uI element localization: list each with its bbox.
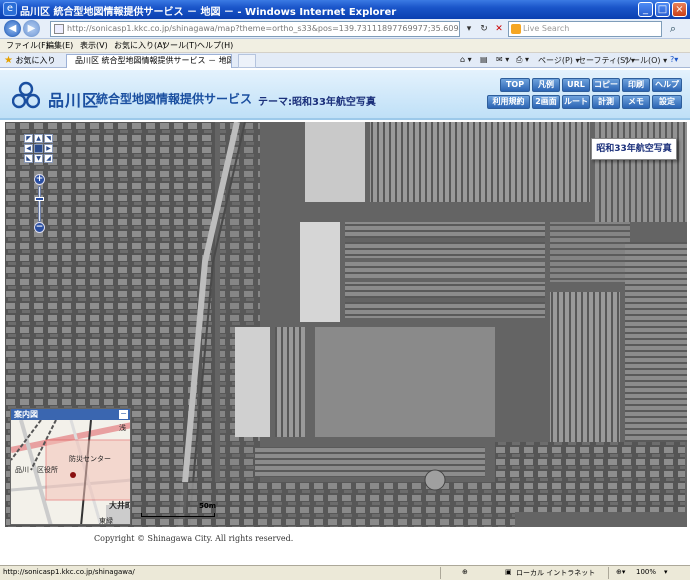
overview-label-ward-office: 区役所 bbox=[37, 466, 58, 474]
overview-label-higashi-oi: 東緑 bbox=[99, 517, 113, 525]
stop-icon[interactable]: ✕ bbox=[492, 21, 506, 37]
pan-east-icon[interactable]: ▶ bbox=[44, 144, 53, 153]
feeds-icon[interactable]: ▤ bbox=[480, 55, 488, 64]
overview-header: 案内図 bbox=[11, 409, 130, 420]
maximize-button[interactable]: □ bbox=[655, 2, 670, 17]
close-button[interactable]: × bbox=[672, 2, 687, 17]
search-icon[interactable]: ⌕ bbox=[664, 21, 682, 37]
theme-label: テーマ:昭和33年航空写真 bbox=[258, 97, 376, 108]
overview-label-disaster-center: 防災センター bbox=[69, 455, 111, 463]
mail-icon[interactable]: ✉ ▾ bbox=[496, 55, 509, 64]
new-tab-button[interactable] bbox=[238, 54, 256, 68]
page-icon bbox=[54, 24, 64, 34]
overview-label-shinagawa: 品川 bbox=[15, 466, 29, 474]
minimize-button[interactable]: _ bbox=[638, 2, 653, 17]
menu-bar: ファイル(F) 編集(E) 表示(V) お気に入り(A) ツール(T) ヘルプ(… bbox=[0, 39, 690, 53]
top-button[interactable]: TOP bbox=[500, 78, 530, 92]
search-input[interactable]: Live Search bbox=[508, 21, 662, 37]
address-toolbar: ◀ ▶ http://sonicasp1.kkc.co.jp/shinagawa… bbox=[0, 19, 690, 39]
overview-body[interactable]: 防災センター 品川 区役所 大井町 東緑 浅 bbox=[11, 419, 131, 525]
dual-screen-button[interactable]: 2画面 bbox=[532, 95, 560, 109]
scale-bar-line bbox=[141, 513, 215, 517]
window-title: 品川区 統合型地図情報提供サービス － 地図 － - Windows Inter… bbox=[20, 7, 397, 18]
menu-view[interactable]: 表示(V) bbox=[80, 40, 108, 51]
shinagawa-logo-icon bbox=[12, 81, 40, 109]
print-button[interactable]: 印刷 bbox=[622, 78, 650, 92]
menu-favorites[interactable]: お気に入り(A) bbox=[114, 40, 166, 51]
menu-help[interactable]: ヘルプ(H) bbox=[197, 40, 233, 51]
address-input[interactable]: http://sonicasp1.kkc.co.jp/shinagawa/map… bbox=[50, 21, 460, 37]
site-subtitle: 統合型地図情報提供サービス bbox=[96, 92, 253, 106]
tab-bar: ★ お気に入り 品川区 統合型地図情報提供サービス － 地図 － ⌂ ▾ ▤ ✉… bbox=[0, 53, 690, 68]
security-zone: ローカル イントラネット bbox=[516, 569, 596, 577]
pan-northeast-icon[interactable]: ◥ bbox=[44, 134, 53, 143]
overview-title: 案内図 bbox=[14, 410, 38, 419]
pan-west-icon[interactable]: ◀ bbox=[24, 144, 33, 153]
tools-menu[interactable]: ツール(O) ▾ bbox=[624, 55, 667, 66]
window-title-bar[interactable]: e 品川区 統合型地図情報提供サービス － 地図 － - Windows Int… bbox=[0, 0, 690, 19]
zoom-icon[interactable]: ⊕▾ bbox=[616, 568, 625, 576]
address-dropdown-icon[interactable]: ▾ bbox=[462, 21, 476, 37]
page-menu[interactable]: ページ(P) ▾ bbox=[538, 55, 579, 66]
address-text: http://sonicasp1.kkc.co.jp/shinagawa/map… bbox=[67, 24, 459, 33]
help-button[interactable]: ヘルプ bbox=[652, 78, 682, 92]
overview-map[interactable]: 案内図 − 防災センター 品川 区役所 大井町 東緑 浅 bbox=[10, 408, 131, 525]
status-bar: http://sonicasp1.kkc.co.jp/shinagawa/ ⊕ … bbox=[0, 565, 690, 580]
scale-label: 50m bbox=[199, 502, 217, 510]
tab-map[interactable]: 品川区 統合型地図情報提供サービス － 地図 － bbox=[66, 54, 232, 68]
search-placeholder: Live Search bbox=[523, 24, 570, 33]
url-button[interactable]: URL bbox=[562, 78, 590, 92]
pan-north-icon[interactable]: ▲ bbox=[34, 134, 43, 143]
overview-label-oimachi: 大井町 bbox=[109, 501, 131, 510]
protected-mode-icon: ⊕ bbox=[462, 568, 468, 576]
star-icon: ★ bbox=[4, 55, 13, 66]
menu-file[interactable]: ファイル(F) bbox=[6, 40, 49, 51]
route-button[interactable]: ルート bbox=[562, 95, 590, 109]
menu-edit[interactable]: 編集(E) bbox=[46, 40, 73, 51]
zoom-slider-thumb[interactable] bbox=[35, 197, 44, 201]
site-header: 品川区 統合型地図情報提供サービス テーマ:昭和33年航空写真 TOP 凡例 U… bbox=[0, 70, 690, 120]
memo-button[interactable]: メモ bbox=[622, 95, 650, 109]
copy-button[interactable]: コピー bbox=[592, 78, 620, 92]
zoom-level[interactable]: 100% bbox=[636, 568, 656, 576]
layer-label: 昭和33年航空写真 bbox=[591, 138, 677, 160]
pan-south-icon[interactable]: ▼ bbox=[34, 154, 43, 163]
scale-bar: 50m bbox=[141, 502, 217, 517]
terms-button[interactable]: 利用規約 bbox=[487, 95, 530, 109]
zoom-out-button[interactable]: − bbox=[34, 222, 45, 233]
favorites-button[interactable]: ★ お気に入り bbox=[4, 55, 56, 66]
zoom-dropdown-icon[interactable]: ▾ bbox=[664, 568, 668, 576]
zoom-slider-track[interactable] bbox=[38, 186, 41, 222]
status-url: http://sonicasp1.kkc.co.jp/shinagawa/ bbox=[3, 568, 135, 576]
copyright-text: Copyright © Shinagawa City. All rights r… bbox=[94, 534, 294, 543]
overview-minimize-button[interactable]: − bbox=[119, 410, 128, 419]
overview-label-asa: 浅 bbox=[119, 424, 126, 432]
menu-tools[interactable]: ツール(T) bbox=[162, 40, 197, 51]
print-icon[interactable]: ⎙ ▾ bbox=[516, 55, 529, 65]
intranet-zone-icon: ▣ bbox=[505, 568, 512, 576]
refresh-icon[interactable]: ↻ bbox=[477, 21, 491, 37]
pan-home-icon[interactable] bbox=[34, 144, 43, 153]
favorites-label: お気に入り bbox=[15, 56, 56, 65]
zoom-in-button[interactable]: + bbox=[34, 174, 45, 185]
live-search-icon bbox=[511, 24, 521, 34]
status-separator bbox=[608, 567, 609, 579]
pan-southwest-icon[interactable]: ◣ bbox=[24, 154, 33, 163]
settings-button[interactable]: 設定 bbox=[652, 95, 682, 109]
forward-button[interactable]: ▶ bbox=[23, 20, 40, 37]
legend-button[interactable]: 凡例 bbox=[532, 78, 560, 92]
pan-southeast-icon[interactable]: ◢ bbox=[44, 154, 53, 163]
site-name: 品川区 bbox=[48, 91, 100, 110]
measure-button[interactable]: 計測 bbox=[592, 95, 620, 109]
status-separator bbox=[440, 567, 441, 579]
ie-icon: e bbox=[3, 2, 17, 16]
back-button[interactable]: ◀ bbox=[4, 20, 21, 37]
help-icon[interactable]: ?▾ bbox=[670, 55, 678, 64]
pan-northwest-icon[interactable]: ◤ bbox=[24, 134, 33, 143]
home-icon[interactable]: ⌂ ▾ bbox=[460, 55, 472, 64]
